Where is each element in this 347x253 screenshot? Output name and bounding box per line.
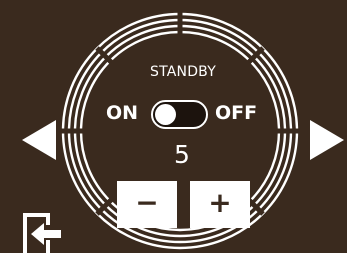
exit-icon[interactable] xyxy=(22,212,66,253)
increase-button[interactable]: + xyxy=(190,181,250,228)
arrow-right-icon[interactable] xyxy=(310,120,344,160)
decrease-button[interactable]: − xyxy=(117,181,177,228)
power-toggle[interactable] xyxy=(151,100,208,129)
toggle-knob xyxy=(155,104,176,125)
off-label: OFF xyxy=(215,102,258,124)
level-value: 5 xyxy=(174,140,190,169)
on-label: ON xyxy=(106,102,139,124)
status-label: STANDBY xyxy=(150,64,216,80)
thermostat-screen: STANDBY ON OFF 5 − + xyxy=(0,0,347,253)
arrow-left-icon[interactable] xyxy=(22,120,56,160)
